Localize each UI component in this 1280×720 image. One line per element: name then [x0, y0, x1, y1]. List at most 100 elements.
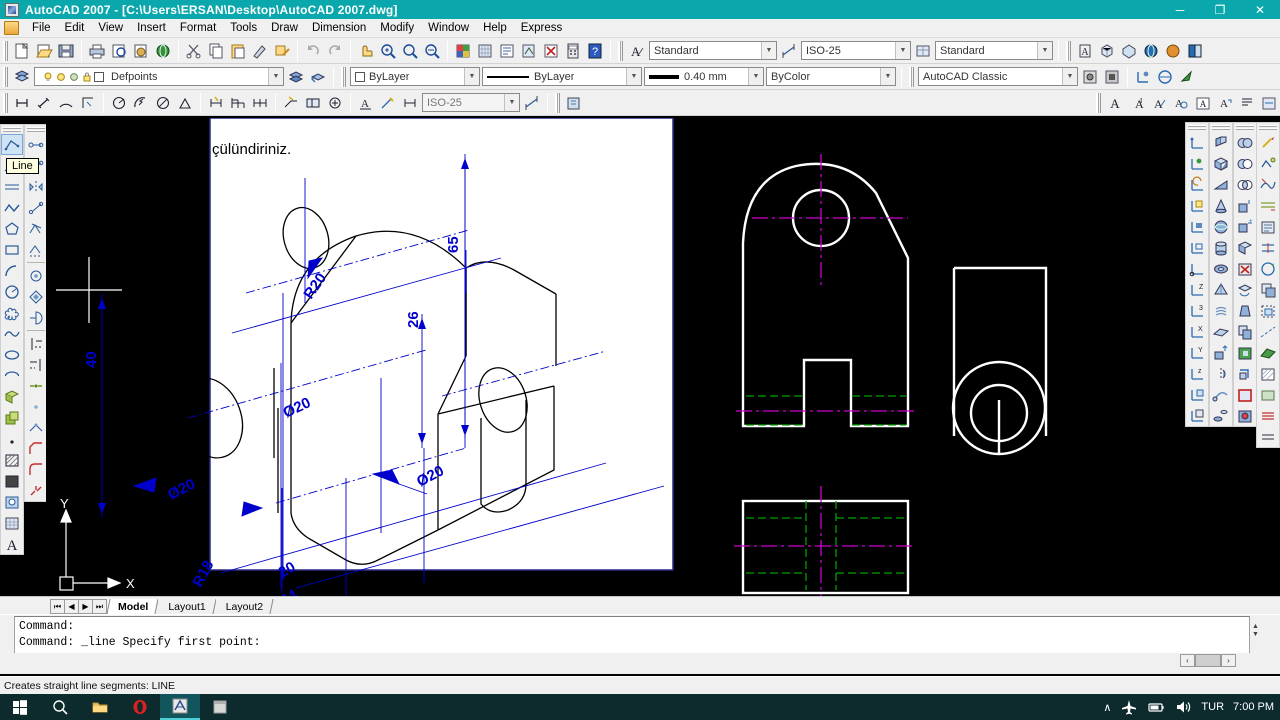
zoom-realtime-icon[interactable] [377, 40, 399, 62]
markup-icon[interactable] [540, 40, 562, 62]
drawing-viewport[interactable]: çülündiriniz. R20 Ø20 65 26 40 Ø20 R18 2… [46, 118, 1184, 596]
file-explorer-button[interactable] [80, 694, 120, 720]
modify-toolbar-grip[interactable] [27, 127, 45, 132]
menu-item-file[interactable]: File [25, 20, 58, 36]
cut-icon[interactable] [183, 40, 205, 62]
text-style-combo[interactable]: Standard ▼ [649, 41, 777, 60]
3d-solid-icon[interactable] [1118, 40, 1140, 62]
properties-toolbar-grip[interactable] [341, 66, 346, 87]
dim-center-mark-icon[interactable] [324, 92, 346, 114]
fillet-icon[interactable] [25, 459, 47, 480]
clip-icon[interactable] [1257, 300, 1279, 321]
single-line-text-icon[interactable]: AI [1126, 92, 1148, 114]
autocad-button[interactable] [160, 694, 200, 720]
tab-layout2[interactable]: Layout2 [215, 599, 272, 614]
edit-spline-icon[interactable] [1257, 174, 1279, 195]
edit-multiline-icon[interactable] [1257, 195, 1279, 216]
dim-style-combo[interactable]: ISO-25 ▼ [801, 41, 911, 60]
convert-distance-icon[interactable] [1258, 92, 1280, 114]
layer-make-current-icon[interactable] [285, 66, 307, 88]
menu-item-modify[interactable]: Modify [373, 20, 421, 36]
3d-rotate-icon[interactable] [1257, 258, 1279, 279]
break-icon[interactable] [25, 396, 47, 417]
chevron-down-icon[interactable]: ▼ [1062, 68, 1077, 85]
dim-continue-icon[interactable] [249, 92, 271, 114]
torus-icon[interactable] [1210, 258, 1232, 279]
lineweight-control-combo[interactable]: 0.40 mm ▼ [644, 67, 764, 86]
line-icon[interactable] [1, 134, 23, 155]
linetype-control-combo[interactable]: ByLayer ▼ [482, 67, 642, 86]
materials-icon[interactable] [1162, 40, 1184, 62]
polygon-icon[interactable] [1, 218, 23, 239]
draworder-icon[interactable] [1257, 279, 1279, 300]
copy-edges-icon[interactable] [1234, 363, 1256, 384]
ucs-origin-icon[interactable] [1186, 258, 1208, 279]
imprint-icon[interactable] [1234, 405, 1256, 426]
solid-icon[interactable] [1257, 384, 1279, 405]
ucs-previous-icon[interactable] [1186, 174, 1208, 195]
union-icon[interactable] [1234, 132, 1256, 153]
command-horizontal-scrollbar[interactable]: ‹ › [14, 653, 1250, 668]
plotstyle-control-combo[interactable]: ByColor ▼ [766, 67, 896, 86]
break-at-point-icon[interactable] [25, 375, 47, 396]
match-properties-icon[interactable] [249, 40, 271, 62]
start-button[interactable] [0, 694, 40, 720]
mline-icon[interactable] [1257, 426, 1279, 447]
arc-icon[interactable] [1, 260, 23, 281]
insert-block-icon[interactable] [1, 386, 23, 407]
dim-baseline-icon[interactable] [227, 92, 249, 114]
dim-radius-icon[interactable] [108, 92, 130, 114]
dimension-toolbar-grip[interactable] [3, 92, 8, 113]
dim-style-icon[interactable] [778, 40, 800, 62]
scale-text-icon[interactable]: A [1214, 92, 1236, 114]
chevron-down-icon[interactable]: ▼ [1037, 42, 1052, 59]
open-icon[interactable] [33, 40, 55, 62]
explode-icon[interactable] [25, 480, 47, 501]
move-icon[interactable] [25, 239, 47, 260]
opera-button[interactable] [120, 694, 160, 720]
tray-chevron-icon[interactable]: ∧ [1103, 701, 1111, 714]
menu-item-draw[interactable]: Draw [264, 20, 305, 36]
navigate-icon[interactable] [1176, 66, 1198, 88]
solids-toolbar-grip[interactable] [1212, 125, 1230, 130]
workspace-settings-icon[interactable] [1079, 66, 1101, 88]
hatchedit-icon[interactable] [1257, 363, 1279, 384]
loft-icon[interactable] [1210, 405, 1232, 426]
chevron-down-icon[interactable]: ▼ [895, 42, 910, 59]
make-block-icon[interactable] [1, 407, 23, 428]
sheet-set-icon[interactable] [518, 40, 540, 62]
table-style-icon[interactable] [912, 40, 934, 62]
ucs-icon[interactable] [1132, 66, 1154, 88]
ucs-yaxis-icon[interactable]: Y [1186, 342, 1208, 363]
next-tab-button[interactable]: ▶ [78, 599, 93, 614]
workspace-save-icon[interactable] [1101, 66, 1123, 88]
3d-box-icon[interactable] [1096, 40, 1118, 62]
offset-faces-icon[interactable] [1234, 237, 1256, 258]
move-faces-icon[interactable]: + [1234, 216, 1256, 237]
dim-linear-icon[interactable] [11, 92, 33, 114]
menu-item-tools[interactable]: Tools [223, 20, 264, 36]
spline-icon[interactable] [1, 323, 23, 344]
solids-editing-toolbar-grip[interactable] [1236, 125, 1254, 130]
sphere-icon[interactable] [1210, 216, 1232, 237]
extend-icon[interactable] [25, 354, 47, 375]
gradient-icon[interactable] [1, 470, 23, 491]
dimension-style-combo[interactable]: ISO-25 ▼ [422, 93, 520, 112]
modify-ii-toolbar-grip[interactable] [1259, 125, 1277, 130]
view-icon[interactable] [1154, 66, 1176, 88]
tab-model[interactable]: Model [108, 599, 157, 614]
multileader-icon[interactable]: A [1074, 40, 1096, 62]
workspace-combo[interactable]: AutoCAD Classic ▼ [918, 67, 1078, 86]
cylinder-icon[interactable] [1210, 237, 1232, 258]
first-tab-button[interactable]: ⏮ [50, 599, 65, 614]
align-icon[interactable] [1257, 237, 1279, 258]
sweep-icon[interactable] [1210, 384, 1232, 405]
intersect-icon[interactable] [1234, 174, 1256, 195]
menu-item-edit[interactable]: Edit [58, 20, 92, 36]
layer-properties-icon[interactable] [11, 66, 33, 88]
scroll-up-icon[interactable]: ▲ [1252, 623, 1259, 631]
ucs-object-icon[interactable] [1186, 216, 1208, 237]
polyline-icon[interactable] [1, 197, 23, 218]
properties-icon[interactable] [452, 40, 474, 62]
cone-icon[interactable] [1210, 195, 1232, 216]
